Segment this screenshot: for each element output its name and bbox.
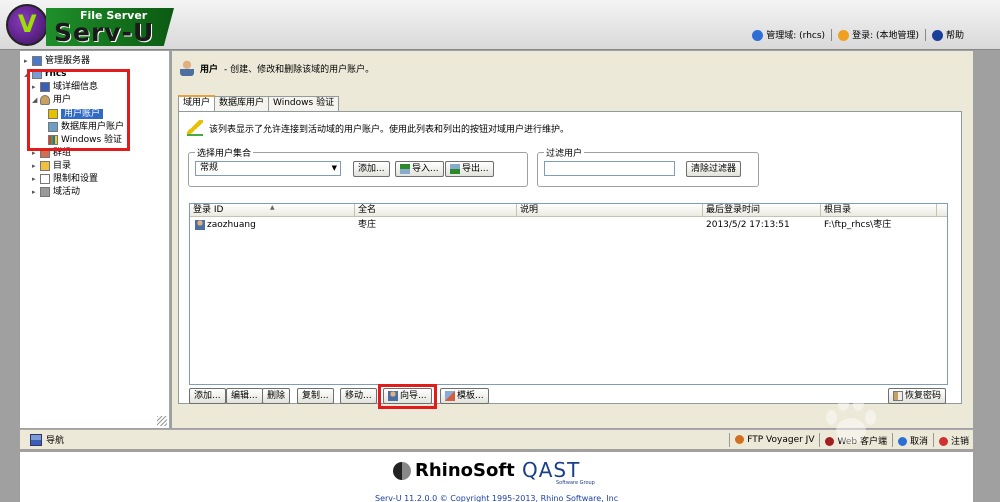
help-icon bbox=[931, 30, 943, 41]
copy-user-button[interactable]: 复制... bbox=[297, 388, 334, 404]
tab-windows-auth[interactable]: Windows 验证 bbox=[268, 96, 340, 111]
app-header: V File Server Serv-U 管理域: (rhcs) 登录: (本地… bbox=[0, 0, 1000, 50]
filter-input[interactable] bbox=[544, 161, 675, 176]
column-header-root-dir[interactable]: 根目录 bbox=[821, 204, 937, 217]
rhinosoft-logo: RhinoSoft bbox=[393, 460, 515, 481]
nav-toggle[interactable]: 导航 bbox=[30, 433, 64, 446]
tree-item-manage-server[interactable]: ▸ 管理服务器 bbox=[24, 55, 90, 68]
add-user-button[interactable]: 添加... bbox=[189, 388, 226, 404]
tab-strip: 域用户 数据库用户 Windows 验证 bbox=[178, 95, 340, 112]
template-button[interactable]: 模板... bbox=[440, 388, 489, 404]
user-set-select[interactable]: 常规 ▼ bbox=[195, 161, 341, 176]
tab-database-users[interactable]: 数据库用户 bbox=[214, 96, 270, 111]
rhinosoft-icon bbox=[393, 461, 411, 480]
watermark-text: jingyan.baidu.com bbox=[832, 478, 962, 494]
cell-login: zaozhuang bbox=[192, 218, 256, 233]
domain-switch-link[interactable]: 管理域: (rhcs) bbox=[752, 28, 825, 41]
users-table: 登录 ID ▲ 全名 说明 最后登录时间 根目录 zaozhuang 枣庄 201… bbox=[189, 203, 948, 385]
help-link[interactable]: 帮助 bbox=[931, 28, 964, 41]
navigation-icon bbox=[30, 433, 42, 446]
export-button[interactable]: 导出... bbox=[445, 161, 494, 177]
server-icon bbox=[32, 55, 42, 66]
login-icon bbox=[838, 30, 850, 41]
cell-root-dir: F:\ftp_rhcs\枣庄 bbox=[824, 220, 892, 230]
user-icon bbox=[195, 219, 205, 230]
activity-icon bbox=[40, 186, 50, 197]
tree-item-domain-activity[interactable]: ▸ 域活动 bbox=[32, 186, 80, 199]
user-set-legend: 选择用户集合 bbox=[195, 146, 254, 159]
move-user-button[interactable]: 移动... bbox=[340, 388, 377, 404]
ftp-voyager-link[interactable]: FTP Voyager JV bbox=[735, 435, 814, 445]
tree-item-limits[interactable]: ▸ 限制和设置 bbox=[32, 173, 98, 186]
page-subtitle: - 创建、修改和删除该域的用户账户。 bbox=[224, 64, 375, 75]
column-header-description[interactable]: 说明 bbox=[517, 204, 703, 217]
tree-item-directories[interactable]: ▸ 目录 bbox=[32, 160, 71, 173]
qast-logo: QAST bbox=[522, 458, 581, 482]
header-actions: 管理域: (rhcs) 登录: (本地管理) 帮助 bbox=[752, 28, 964, 41]
logout-icon bbox=[938, 436, 948, 446]
column-header-last-login[interactable]: 最后登录时间 bbox=[703, 204, 821, 217]
description-text: 该列表显示了允许连接到活动域的用户账户。使用此列表和列出的按钮对域用户进行维护。 bbox=[209, 124, 570, 135]
cell-last-login: 2013/5/2 17:13:51 bbox=[706, 220, 790, 230]
footer: RhinoSoft QAST Software Group Serv-U 11.… bbox=[20, 452, 973, 502]
user-icon bbox=[180, 60, 194, 76]
column-header-fullname[interactable]: 全名 bbox=[355, 204, 517, 217]
cell-fullname: 枣庄 bbox=[358, 220, 377, 230]
restore-password-button[interactable]: 恢复密码 bbox=[888, 388, 947, 404]
edit-user-button[interactable]: 编辑... bbox=[226, 388, 263, 404]
main-panel: 用户 - 创建、修改和删除该域的用户账户。 域用户 数据库用户 Windows … bbox=[172, 51, 973, 428]
user-set-add-button[interactable]: 添加... bbox=[353, 161, 390, 177]
watermark-paw-icon bbox=[822, 392, 878, 452]
table-header: 登录 ID ▲ 全名 说明 最后登录时间 根目录 bbox=[190, 204, 947, 217]
copyright-link[interactable]: Serv-U 11.2.0.0 © Copyright 1995-2013, R… bbox=[375, 494, 618, 502]
highlight-box-tree bbox=[27, 69, 130, 151]
tab-domain-users[interactable]: 域用户 bbox=[178, 95, 216, 111]
tab-content: 该列表显示了允许连接到活动域的用户账户。使用此列表和列出的按钮对域用户进行维护。… bbox=[178, 111, 962, 404]
logo-product-name: Serv-U bbox=[54, 18, 155, 47]
column-header-login[interactable]: 登录 ID ▲ bbox=[190, 204, 355, 217]
resize-grip[interactable] bbox=[157, 416, 167, 426]
table-row[interactable]: zaozhuang 枣庄 2013/5/2 17:13:51 F:\ftp_rh… bbox=[190, 218, 947, 233]
folder-icon bbox=[40, 160, 50, 171]
delete-user-button[interactable]: 删除 bbox=[262, 388, 291, 404]
filter-group: 过滤用户 清除过滤器 bbox=[537, 146, 759, 187]
edit-pen-icon bbox=[187, 120, 203, 136]
qast-subtitle: Software Group bbox=[556, 480, 595, 486]
navigation-tree: ▸ 管理服务器 ◢ rhcs ▸ 域详细信息 ◢ 用户 用户账户 数据库用户账户 Win… bbox=[20, 51, 170, 428]
filter-legend: 过滤用户 bbox=[544, 146, 585, 159]
import-icon bbox=[400, 163, 410, 174]
highlight-box-wizard bbox=[378, 384, 437, 409]
page-title: 用户 bbox=[200, 64, 219, 75]
window-edge bbox=[973, 51, 1000, 502]
chevron-down-icon: ▼ bbox=[331, 164, 337, 172]
page-title-bar: 用户 - 创建、修改和删除该域的用户账户。 bbox=[180, 57, 374, 79]
checkbox-icon bbox=[40, 173, 50, 184]
cancel-link[interactable]: 取消 bbox=[897, 434, 928, 447]
ftp-voyager-icon bbox=[735, 435, 745, 444]
logout-link[interactable]: 注销 bbox=[938, 434, 969, 447]
import-button[interactable]: 导入... bbox=[395, 161, 444, 177]
domain-icon bbox=[752, 30, 764, 41]
sort-up-icon: ▲ bbox=[270, 204, 275, 211]
template-icon bbox=[445, 390, 455, 401]
description-row: 该列表显示了允许连接到活动域的用户账户。使用此列表和列出的按钮对域用户进行维护。 bbox=[187, 120, 569, 136]
restore-password-icon bbox=[893, 390, 903, 401]
cancel-icon bbox=[897, 436, 907, 446]
clear-filter-button[interactable]: 清除过滤器 bbox=[686, 161, 742, 177]
export-icon bbox=[450, 163, 460, 174]
login-info-link[interactable]: 登录: (本地管理) bbox=[838, 28, 919, 41]
user-set-group: 选择用户集合 常规 ▼ 添加... 导入... 导出... bbox=[188, 146, 528, 187]
